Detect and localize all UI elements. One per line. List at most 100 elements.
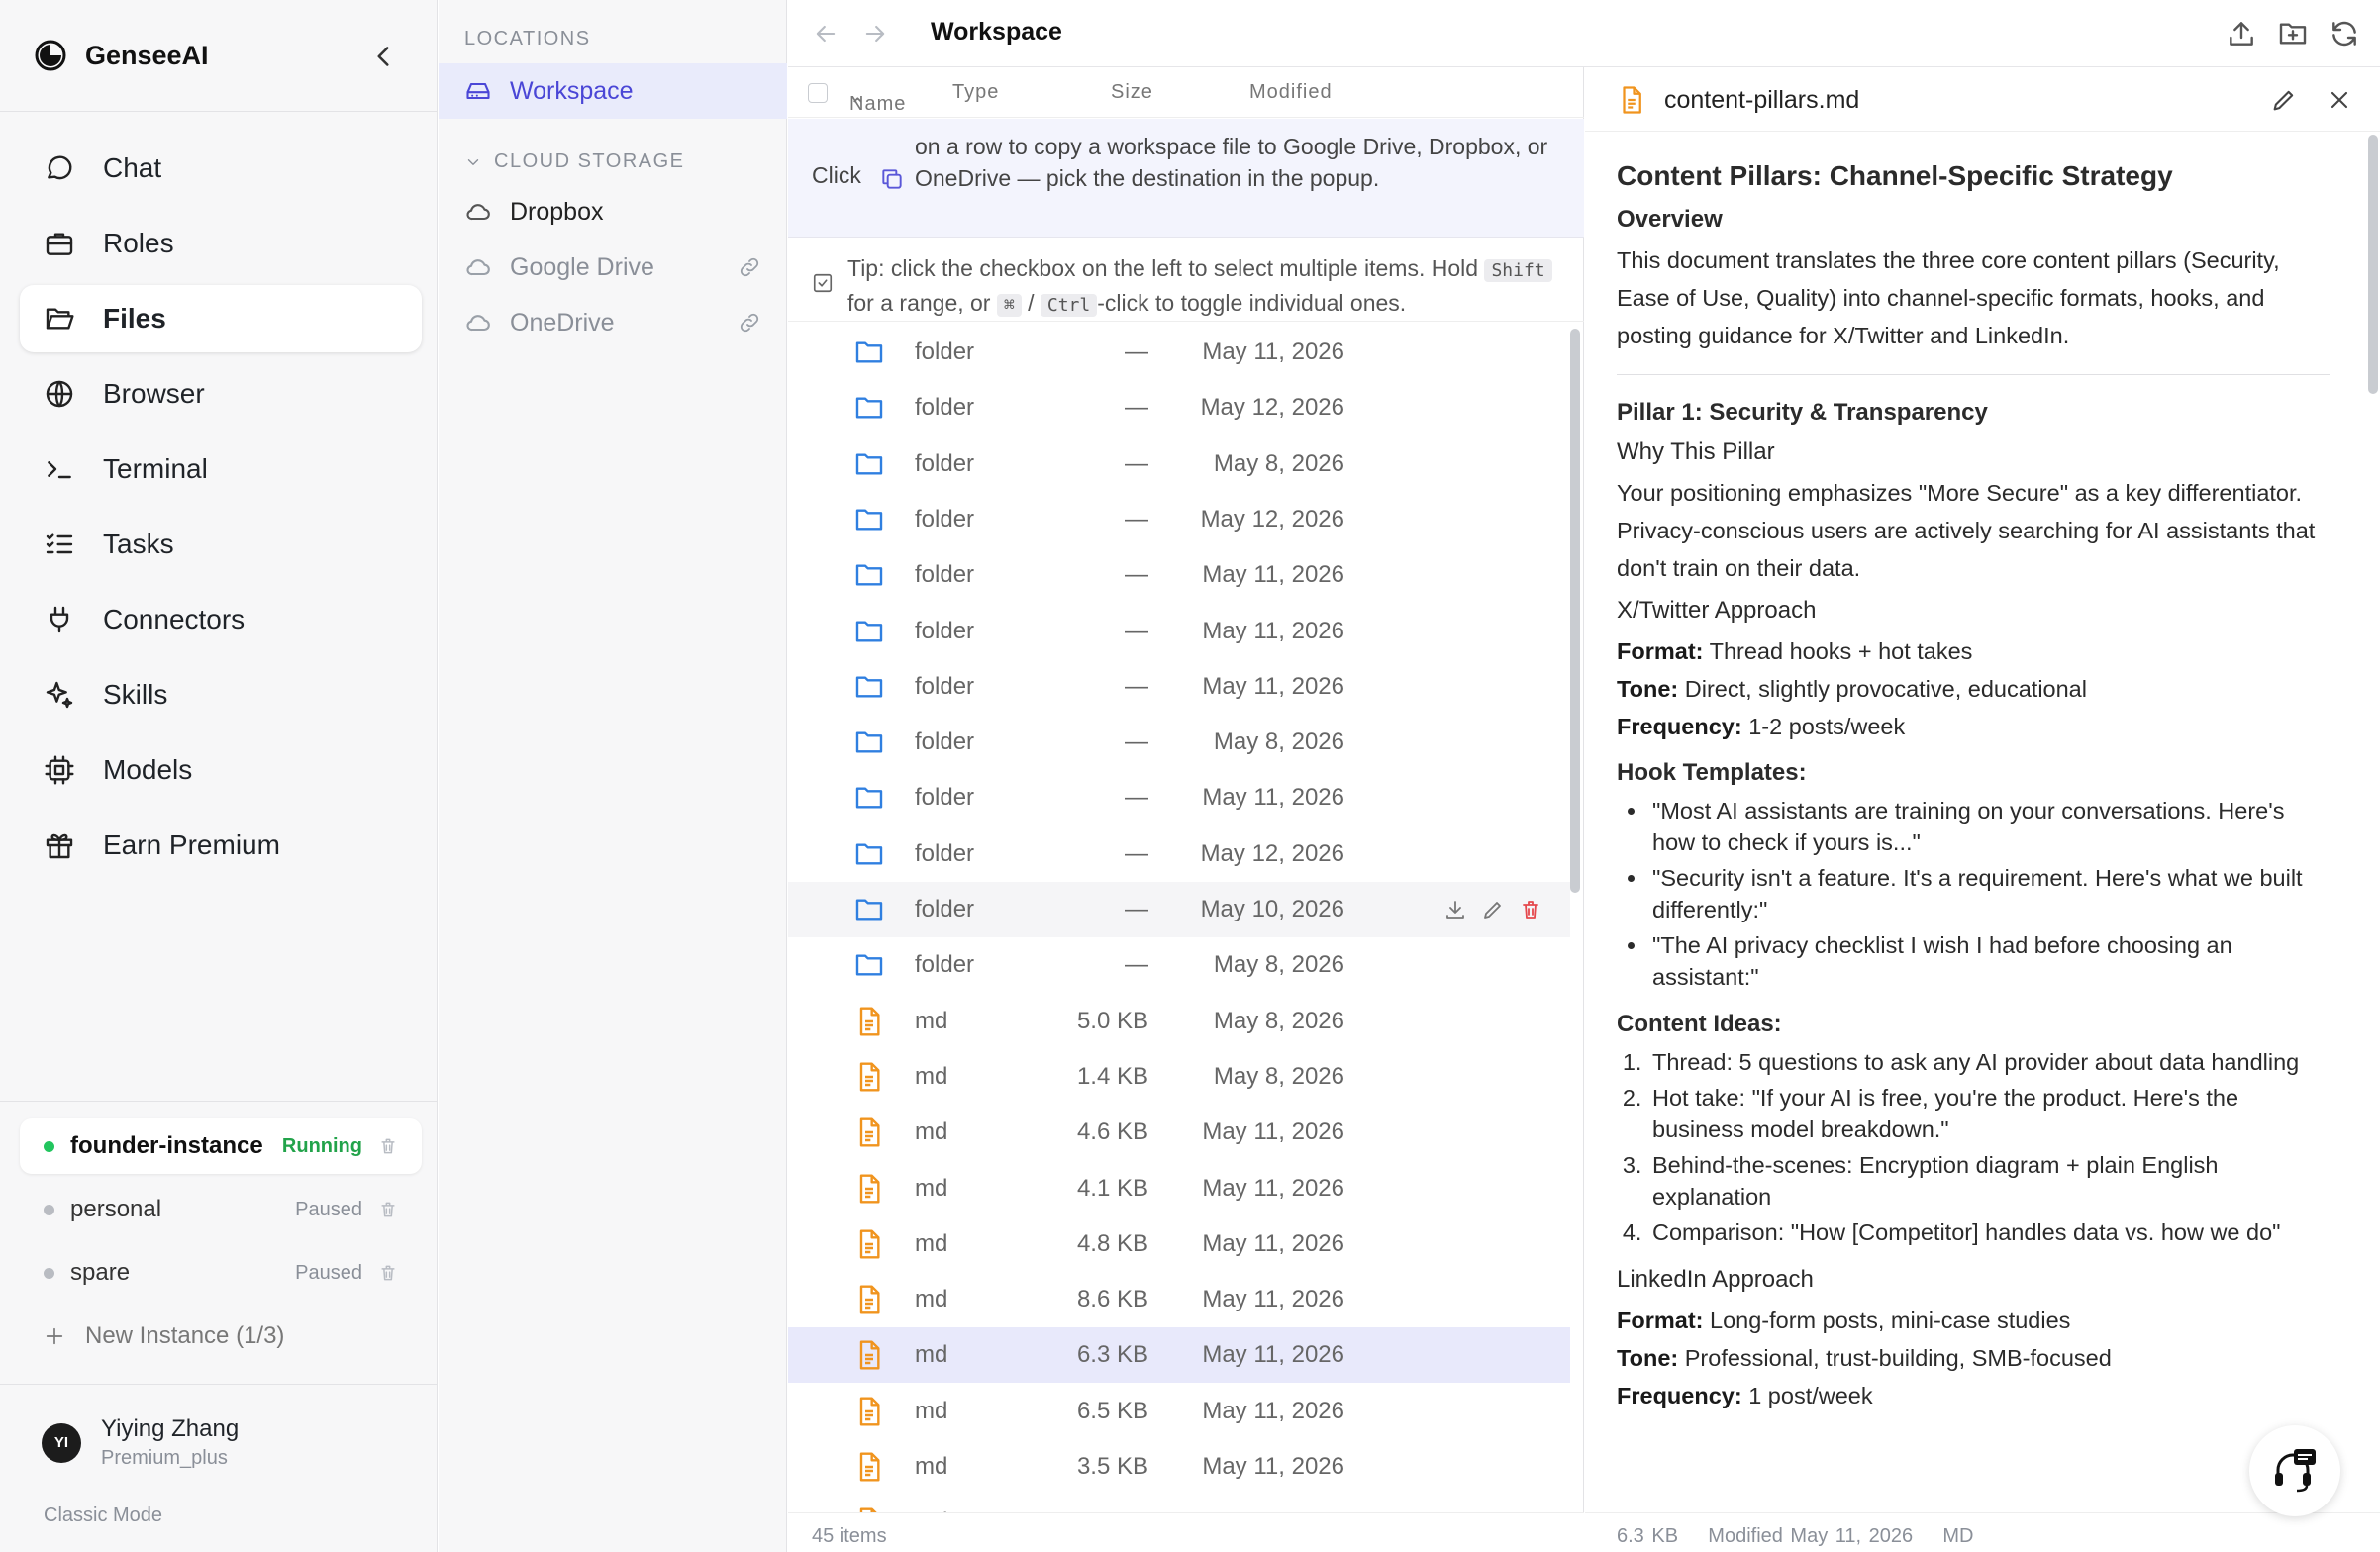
location-google-drive[interactable]: Google Drive	[439, 240, 787, 295]
table-row[interactable]: folder — May 8, 2026	[788, 436, 1570, 492]
list-item: Thread: 5 questions to ask any AI provid…	[1648, 1046, 2330, 1078]
new-folder-icon[interactable]	[2277, 18, 2309, 49]
support-chat-button[interactable]	[2249, 1425, 2340, 1516]
trash-icon[interactable]	[378, 1263, 398, 1283]
table-row[interactable]: md4.3 KBMay 11, 2026	[788, 1495, 1570, 1512]
table-row[interactable]: folder — May 12, 2026	[788, 380, 1570, 436]
nav-label: Models	[103, 754, 193, 785]
cell-type: md	[915, 1341, 948, 1369]
nav-label: Earn Premium	[103, 829, 280, 860]
file-list-scrollbar[interactable]	[1570, 329, 1580, 893]
pencil-icon[interactable]	[1481, 898, 1505, 922]
brand[interactable]: GenseeAI	[34, 38, 209, 73]
field-line: Format: Long-form posts, mini-case studi…	[1617, 1302, 2330, 1339]
trash-icon[interactable]	[378, 1200, 398, 1219]
location-onedrive[interactable]: OneDrive	[439, 295, 787, 350]
preview-scrollbar[interactable]	[2368, 135, 2378, 394]
table-row[interactable]: folder — May 8, 2026	[788, 715, 1570, 770]
download-icon[interactable]	[1443, 898, 1467, 922]
table-row[interactable]: folder — May 12, 2026	[788, 826, 1570, 882]
table-row[interactable]: folder — May 12, 2026	[788, 492, 1570, 547]
status-dot	[44, 1204, 54, 1215]
nav-item-skills[interactable]: Skills	[20, 661, 422, 728]
status-dot	[44, 1267, 54, 1279]
trash-icon[interactable]	[378, 1136, 398, 1156]
chevron-left-icon[interactable]	[366, 40, 400, 73]
close-icon[interactable]	[2326, 86, 2353, 114]
location-workspace[interactable]: Workspace	[439, 63, 787, 119]
table-row[interactable]: folder — May 11, 2026	[788, 770, 1570, 825]
sparkles-icon	[46, 681, 73, 709]
table-row[interactable]: md 1.4 KB May 8, 2026	[788, 1049, 1570, 1105]
markdown-file-icon	[859, 1007, 880, 1036]
col-type[interactable]: Type	[952, 81, 999, 104]
status-dot	[44, 1140, 54, 1152]
table-row[interactable]: folder — May 11, 2026	[788, 547, 1570, 603]
table-row[interactable]: folder — May 10, 2026	[788, 882, 1570, 937]
cell-size: —	[1125, 951, 1148, 979]
arrow-left-icon[interactable]	[812, 20, 840, 48]
nav-item-connectors[interactable]: Connectors	[20, 586, 422, 653]
table-row[interactable]: md 6.5 KB May 11, 2026	[788, 1384, 1570, 1439]
nav-item-roles[interactable]: Roles	[20, 210, 422, 277]
nav-item-tasks[interactable]: Tasks	[20, 511, 422, 578]
new-instance-button[interactable]: New Instance (1/3)	[20, 1309, 422, 1364]
table-row[interactable]: md 4.1 KB May 11, 2026	[788, 1161, 1570, 1216]
table-row[interactable]: md 6.3 KB May 11, 2026	[788, 1327, 1570, 1384]
pencil-icon[interactable]	[2270, 86, 2298, 114]
sidebar: GenseeAI Chat Roles Files Browser Termin…	[0, 0, 438, 1552]
cloud-storage-heading[interactable]: CLOUD STORAGE	[464, 150, 685, 173]
cell-modified: May 11, 2026	[1202, 1453, 1344, 1480]
hard-drive-icon	[466, 82, 490, 100]
nav-label: Browser	[103, 378, 205, 409]
table-row[interactable]: md 4.8 KB May 11, 2026	[788, 1216, 1570, 1272]
cell-modified: May 12, 2026	[1200, 839, 1344, 867]
classic-mode-link[interactable]: Classic Mode	[44, 1504, 162, 1527]
refresh-icon[interactable]	[2329, 18, 2360, 49]
globe-icon	[46, 380, 73, 408]
cell-type: md	[915, 1174, 948, 1202]
instance-item-spare[interactable]: spare Paused	[20, 1245, 422, 1301]
select-all-checkbox[interactable]	[808, 82, 828, 103]
table-row[interactable]: md 3.5 KB May 11, 2026	[788, 1439, 1570, 1495]
instance-item-founder[interactable]: founder-instance Running	[20, 1118, 422, 1174]
col-size[interactable]: Size	[1111, 81, 1153, 104]
paragraph: This document translates the three core …	[1617, 247, 2280, 348]
trash-icon[interactable]	[1519, 898, 1542, 922]
table-row[interactable]: folder — May 11, 2026	[788, 325, 1570, 380]
nav-item-earn-premium[interactable]: Earn Premium	[20, 812, 422, 879]
cmd-key: ⌘	[996, 294, 1022, 317]
ideas-list: Thread: 5 questions to ask any AI provid…	[1648, 1046, 2330, 1248]
field-key: Format:	[1617, 1308, 1704, 1333]
link-icon[interactable]	[738, 255, 761, 279]
nav-item-files[interactable]: Files	[20, 285, 422, 352]
col-modified[interactable]: Modified	[1249, 81, 1333, 104]
hook-list: "Most AI assistants are training on your…	[1648, 795, 2330, 993]
location-dropbox[interactable]: Dropbox	[439, 184, 787, 240]
table-row[interactable]: folder — May 11, 2026	[788, 659, 1570, 715]
nav-item-models[interactable]: Models	[20, 736, 422, 804]
table-row[interactable]: md 8.6 KB May 11, 2026	[788, 1272, 1570, 1327]
tip-part: -click to toggle individual ones.	[1097, 290, 1407, 316]
instance-name: spare	[70, 1259, 131, 1286]
file-preview: content-pillars.md Content Pillars: Chan…	[1585, 0, 2380, 1552]
avatar: YI	[42, 1422, 81, 1463]
instance-item-personal[interactable]: personal Paused	[20, 1182, 422, 1237]
table-row[interactable]: folder — May 8, 2026	[788, 937, 1570, 993]
user-profile[interactable]: YI Yiying Zhang Premium_plus	[42, 1415, 239, 1470]
upload-icon[interactable]	[2226, 18, 2257, 49]
link-icon[interactable]	[738, 311, 761, 335]
table-row[interactable]: md 5.0 KB May 8, 2026	[788, 994, 1570, 1049]
cell-modified: May 11, 2026	[1202, 1174, 1344, 1202]
nav-item-terminal[interactable]: Terminal	[20, 436, 422, 503]
field-line: Frequency: 1 post/week	[1617, 1377, 2330, 1414]
cloud-icon	[466, 204, 490, 221]
nav-item-chat[interactable]: Chat	[20, 135, 422, 202]
cell-modified: May 11, 2026	[1202, 1341, 1344, 1369]
table-row[interactable]: md 4.6 KB May 11, 2026	[788, 1105, 1570, 1160]
nav-item-browser[interactable]: Browser	[20, 360, 422, 428]
status-badge: Paused	[295, 1198, 362, 1220]
nav-label: Roles	[103, 228, 174, 258]
table-row[interactable]: folder — May 11, 2026	[788, 604, 1570, 659]
arrow-right-icon[interactable]	[861, 20, 889, 48]
